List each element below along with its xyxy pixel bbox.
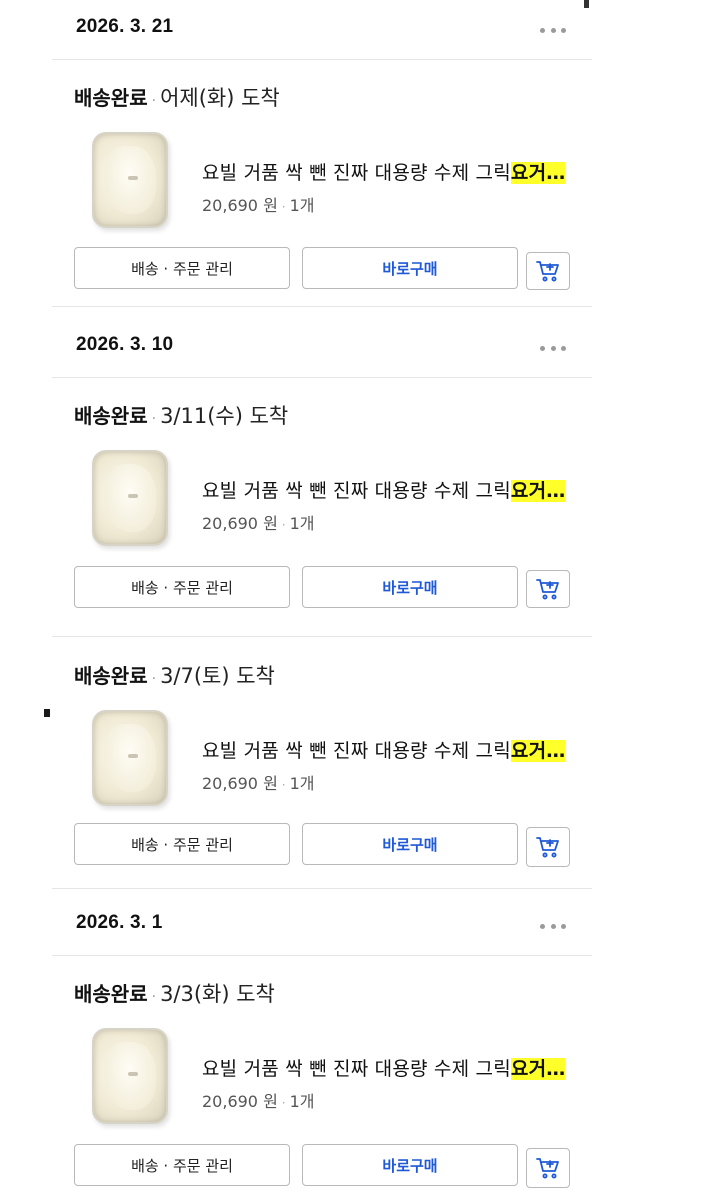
product-thumbnail[interactable] — [92, 132, 168, 228]
product-title[interactable]: 요빌 거품 싹 뺀 진짜 대용량 수제 그릭요거… — [202, 158, 567, 186]
buy-now-button[interactable]: 바로구매 — [302, 1144, 518, 1186]
product-title-text: 요빌 거품 싹 뺀 진짜 대용량 수제 그릭 — [202, 162, 511, 184]
add-to-cart-button[interactable] — [526, 252, 570, 290]
price: 20,690 원 — [202, 196, 278, 215]
order-date-header: 2026. 3. 21 — [52, 0, 592, 60]
order-date-header: 2026. 3. 1 — [52, 896, 592, 956]
price: 20,690 원 — [202, 1092, 278, 1111]
status-label: 배송완료 — [74, 86, 148, 110]
product-title[interactable]: 요빌 거품 싹 뺀 진짜 대용량 수제 그릭요거… — [202, 736, 567, 764]
status-label: 배송완료 — [74, 404, 148, 428]
divider — [52, 888, 592, 889]
shipping-order-manage-button[interactable]: 배송 · 주문 관리 — [74, 247, 290, 289]
arrival-date: 3/3(화) 도착 — [160, 982, 275, 1006]
product-title[interactable]: 요빌 거품 싹 뺀 진짜 대용량 수제 그릭요거… — [202, 1054, 567, 1082]
arrival-date: 3/11(수) 도착 — [160, 404, 289, 428]
price-quantity: 20,690 원 · 1개 — [202, 510, 315, 534]
product-title-text: 요빌 거품 싹 뺀 진짜 대용량 수제 그릭 — [202, 740, 511, 762]
delivery-status: 배송완료 · 3/7(토) 도착 — [74, 660, 275, 690]
order-date-header: 2026. 3. 10 — [52, 318, 592, 378]
buy-now-button[interactable]: 바로구매 — [302, 566, 518, 608]
product-title-text: 요빌 거품 싹 뺀 진짜 대용량 수제 그릭 — [202, 1058, 511, 1080]
add-to-cart-button[interactable] — [526, 827, 570, 867]
delivery-status: 배송완료 · 3/3(화) 도착 — [74, 978, 275, 1008]
quantity: 1개 — [289, 1092, 315, 1111]
add-to-cart-icon — [536, 837, 559, 858]
order-date: 2026. 3. 10 — [76, 334, 174, 355]
price-quantity: 20,690 원 · 1개 — [202, 770, 315, 794]
status-separator: · — [151, 989, 157, 1005]
qty-separator: · — [281, 518, 286, 532]
order-card: 배송완료 · 3/3(화) 도착 요빌 거품 싹 뺀 진짜 대용량 수제 그릭요… — [52, 958, 592, 1188]
shipping-order-manage-button[interactable]: 배송 · 주문 관리 — [74, 1144, 290, 1186]
add-to-cart-icon — [536, 579, 559, 600]
product-title-highlight: 요거… — [510, 1058, 566, 1080]
divider — [52, 636, 592, 637]
order-date: 2026. 3. 1 — [76, 912, 163, 933]
product-thumbnail[interactable] — [92, 1028, 168, 1124]
quantity: 1개 — [289, 514, 315, 533]
more-dots-icon[interactable] — [540, 20, 566, 40]
status-separator: · — [151, 93, 157, 109]
add-to-cart-button[interactable] — [526, 570, 570, 608]
add-to-cart-icon — [536, 1158, 559, 1179]
product-title-highlight: 요거… — [510, 740, 566, 762]
status-label: 배송완료 — [74, 664, 148, 688]
product-title-highlight: 요거… — [510, 162, 566, 184]
status-separator: · — [151, 411, 157, 427]
add-to-cart-icon — [536, 261, 559, 282]
add-to-cart-button[interactable] — [526, 1148, 570, 1188]
buy-now-button[interactable]: 바로구매 — [302, 247, 518, 289]
price: 20,690 원 — [202, 774, 278, 793]
buy-now-button[interactable]: 바로구매 — [302, 823, 518, 865]
price: 20,690 원 — [202, 514, 278, 533]
shipping-order-manage-button[interactable]: 배송 · 주문 관리 — [74, 823, 290, 865]
delivery-status: 배송완료 · 3/11(수) 도착 — [74, 400, 288, 430]
shipping-order-manage-button[interactable]: 배송 · 주문 관리 — [74, 566, 290, 608]
edge-mark — [44, 709, 50, 717]
status-label: 배송완료 — [74, 982, 148, 1006]
quantity: 1개 — [289, 774, 315, 793]
product-thumbnail[interactable] — [92, 450, 168, 546]
order-card: 배송완료 · 3/7(토) 도착 요빌 거품 싹 뺀 진짜 대용량 수제 그릭요… — [52, 640, 592, 870]
qty-separator: · — [281, 1096, 286, 1110]
divider — [52, 306, 592, 307]
more-dots-icon[interactable] — [540, 338, 566, 358]
qty-separator: · — [281, 778, 286, 792]
order-card: 배송완료 · 3/11(수) 도착 요빌 거품 싹 뺀 진짜 대용량 수제 그릭… — [52, 380, 592, 610]
quantity: 1개 — [289, 196, 315, 215]
product-thumbnail[interactable] — [92, 710, 168, 806]
price-quantity: 20,690 원 · 1개 — [202, 1088, 315, 1112]
product-title[interactable]: 요빌 거품 싹 뺀 진짜 대용량 수제 그릭요거… — [202, 476, 567, 504]
status-separator: · — [151, 671, 157, 687]
order-date: 2026. 3. 21 — [76, 16, 174, 37]
qty-separator: · — [281, 200, 286, 214]
product-title-text: 요빌 거품 싹 뺀 진짜 대용량 수제 그릭 — [202, 480, 511, 502]
arrival-date: 어제(화) 도착 — [160, 86, 280, 110]
delivery-status: 배송완료 · 어제(화) 도착 — [74, 82, 280, 112]
product-title-highlight: 요거… — [510, 480, 566, 502]
price-quantity: 20,690 원 · 1개 — [202, 192, 315, 216]
arrival-date: 3/7(토) 도착 — [160, 664, 275, 688]
order-card: 배송완료 · 어제(화) 도착 요빌 거품 싹 뺀 진짜 대용량 수제 그릭요거… — [52, 62, 592, 292]
more-dots-icon[interactable] — [540, 916, 566, 936]
